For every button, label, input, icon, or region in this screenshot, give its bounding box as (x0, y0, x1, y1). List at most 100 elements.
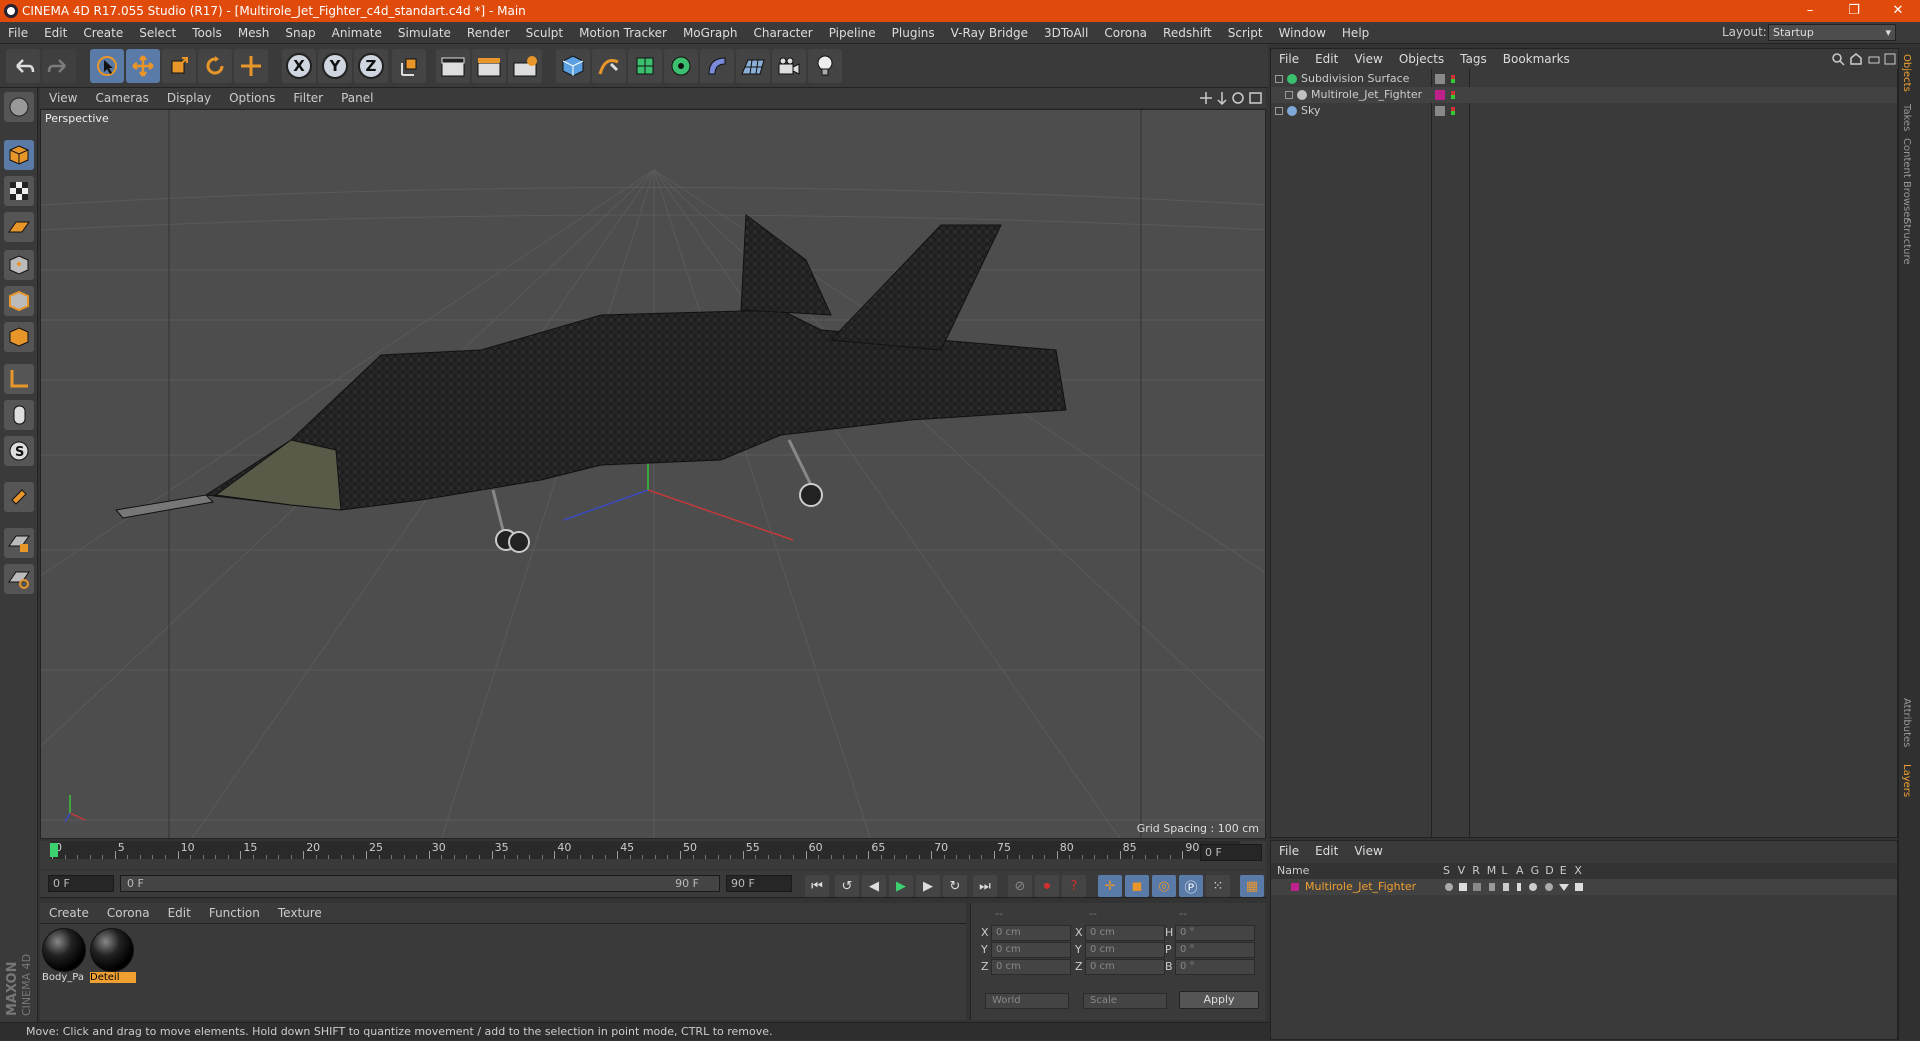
viewport-menu-view[interactable]: View (40, 91, 86, 105)
tag-icon[interactable] (1435, 106, 1445, 116)
start-frame-field[interactable]: 0 F (48, 875, 114, 892)
viewport-navigation-icons[interactable] (1200, 91, 1264, 105)
next-frame-button[interactable]: ▶ (916, 875, 940, 897)
tab-content-browser[interactable]: Content Browser (1901, 138, 1912, 221)
menu-script[interactable]: Script (1220, 26, 1271, 40)
polygons-mode-button[interactable] (4, 322, 34, 352)
render-picture-viewer-button[interactable] (472, 49, 506, 83)
model-mode-button[interactable] (4, 140, 34, 170)
add-spline-button[interactable] (592, 49, 626, 83)
menu-character[interactable]: Character (745, 26, 820, 40)
preview-range-slider[interactable]: 0 F 90 F (120, 875, 720, 892)
visibility-dots-icon[interactable] (1451, 75, 1455, 83)
previous-key-button[interactable]: ↺ (835, 875, 859, 897)
object-menu-file[interactable]: File (1271, 52, 1307, 66)
timeline-playhead[interactable] (50, 843, 58, 857)
next-key-button[interactable]: ↻ (943, 875, 967, 897)
material-menu-function[interactable]: Function (200, 906, 269, 920)
object-row[interactable]: Sky (1271, 103, 1897, 119)
layer-flag-column[interactable]: A (1516, 864, 1524, 877)
viewport-menu-panel[interactable]: Panel (332, 91, 382, 105)
layer-name[interactable]: Multirole_Jet_Fighter (1305, 880, 1416, 893)
visibility-dots-icon[interactable] (1451, 107, 1455, 115)
tab-takes[interactable]: Takes (1901, 104, 1912, 131)
record-parameter-toggle[interactable]: Ⓟ (1179, 875, 1203, 897)
restore-button[interactable]: ❐ (1832, 0, 1876, 22)
make-editable-button[interactable] (4, 92, 34, 122)
layer-flag-column[interactable]: G (1531, 864, 1540, 877)
timeline-ruler[interactable]: 0 5 10 15 20 25 30 35 40 45 50 55 60 65 70 75 80 85 90 0 F (40, 841, 1266, 869)
end-frame-field[interactable]: 90 F (726, 875, 792, 892)
keyframe-selection-button[interactable]: ? (1062, 875, 1086, 897)
menu-select[interactable]: Select (131, 26, 184, 40)
workplane-mode-button[interactable] (4, 212, 34, 242)
visibility-dots-icon[interactable] (1451, 91, 1455, 99)
go-to-start-button[interactable]: ⏮ (805, 875, 829, 897)
layer-flag-icons[interactable] (1445, 881, 1605, 893)
autokey-button[interactable]: ⏺ (1035, 875, 1059, 897)
render-view-button[interactable] (436, 49, 470, 83)
tab-attributes[interactable]: Attributes (1901, 698, 1912, 747)
coord-value-field[interactable]: 0 ° (1175, 925, 1255, 941)
material-menu-corona[interactable]: Corona (98, 906, 159, 920)
coord-value-field[interactable]: 0 cm (1085, 942, 1165, 958)
add-light-button[interactable] (808, 49, 842, 83)
layout-dropdown[interactable]: Startup (1768, 24, 1896, 41)
coordinate-mode-dropdown[interactable]: World (985, 993, 1069, 1009)
undo-button[interactable] (6, 49, 40, 83)
object-menu-bookmarks[interactable]: Bookmarks (1495, 52, 1578, 66)
layer-flag-column[interactable]: V (1458, 864, 1466, 877)
coord-value-field[interactable]: 0 cm (991, 942, 1071, 958)
menu-mograph[interactable]: MoGraph (675, 26, 746, 40)
current-frame-field[interactable]: 0 F (1200, 844, 1262, 861)
menu-pipeline[interactable]: Pipeline (821, 26, 884, 40)
layer-menu-view[interactable]: View (1346, 844, 1390, 858)
material-menu-texture[interactable]: Texture (269, 906, 331, 920)
viewport-menu-options[interactable]: Options (220, 91, 284, 105)
timeline-window-button[interactable]: ▦ (1240, 875, 1264, 897)
perspective-viewport[interactable]: Perspective Grid Spacing : 100 cm (40, 109, 1266, 839)
layer-flag-column[interactable]: S (1443, 864, 1450, 877)
menu-plugins[interactable]: Plugins (884, 26, 943, 40)
close-button[interactable]: ✕ (1876, 0, 1920, 22)
add-camera-button[interactable] (772, 49, 806, 83)
object-name[interactable]: Multirole_Jet_Fighter (1311, 87, 1422, 103)
object-menu-view[interactable]: View (1346, 52, 1390, 66)
previous-frame-button[interactable]: ◀ (862, 875, 886, 897)
axis-mode-button[interactable] (4, 364, 34, 394)
menu-3dtoall[interactable]: 3DToAll (1036, 26, 1096, 40)
layer-menu-file[interactable]: File (1271, 844, 1307, 858)
object-row[interactable]: Multirole_Jet_Fighter (1271, 87, 1897, 103)
coordinate-system-button[interactable] (392, 49, 426, 83)
coord-value-field[interactable]: 0 cm (1085, 959, 1165, 975)
snapping-button[interactable]: S (4, 436, 34, 466)
rotate-tool[interactable] (198, 49, 232, 83)
record-pla-toggle[interactable]: ⁙ (1206, 875, 1230, 897)
layer-menu-edit[interactable]: Edit (1307, 844, 1346, 858)
layer-flag-column[interactable]: L (1501, 864, 1507, 877)
coord-value-field[interactable]: 0 ° (1175, 959, 1255, 975)
scale-tool[interactable] (162, 49, 196, 83)
menu-help[interactable]: Help (1334, 26, 1377, 40)
layer-flag-column[interactable]: X (1574, 864, 1582, 877)
add-mograph-button[interactable] (664, 49, 698, 83)
record-position-toggle[interactable]: ✛ (1098, 875, 1122, 897)
object-menu-tags[interactable]: Tags (1452, 52, 1495, 66)
x-axis-toggle[interactable]: X (282, 49, 316, 83)
layer-row[interactable]: Multirole_Jet_Fighter (1271, 879, 1897, 895)
object-manager-tools[interactable] (1831, 52, 1897, 66)
menu-window[interactable]: Window (1271, 26, 1334, 40)
record-rotation-toggle[interactable]: ◎ (1152, 875, 1176, 897)
menu-create[interactable]: Create (75, 26, 131, 40)
tab-structure[interactable]: Structure (1901, 218, 1912, 265)
menu-v-ray-bridge[interactable]: V-Ray Bridge (943, 26, 1036, 40)
object-name[interactable]: Subdivision Surface (1301, 71, 1409, 87)
menu-animate[interactable]: Animate (324, 26, 390, 40)
edges-mode-button[interactable] (4, 286, 34, 316)
transform-tool[interactable] (234, 49, 268, 83)
layer-flag-column[interactable]: E (1560, 864, 1567, 877)
menu-sculpt[interactable]: Sculpt (518, 26, 571, 40)
coord-value-field[interactable]: 0 cm (991, 925, 1071, 941)
menu-simulate[interactable]: Simulate (390, 26, 459, 40)
go-to-end-button[interactable]: ⏭ (973, 875, 997, 897)
